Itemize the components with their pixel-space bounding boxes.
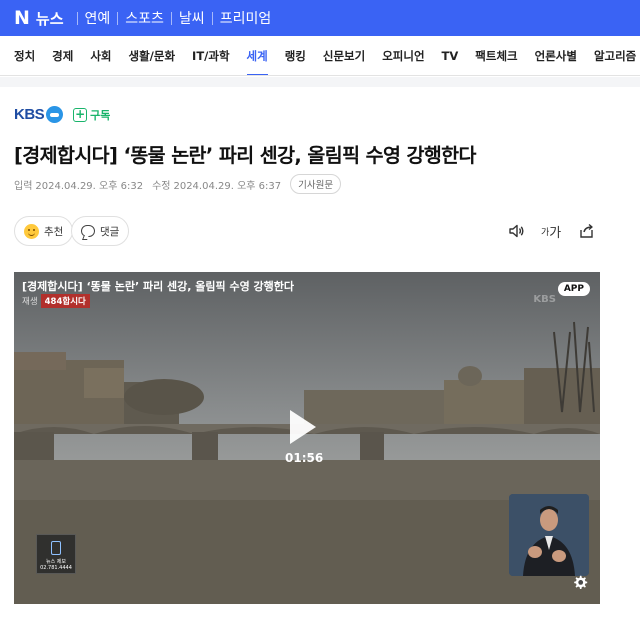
program-badge: 484합시다 [40,294,90,308]
sign-language-inset [509,494,589,576]
video-overlay-label: 재생 484합시다 [22,294,90,308]
naver-news-logo[interactable]: N 뉴스 [14,7,64,29]
article-headline: [경제합시다] ‘똥물 논란’ 파리 센강, 올림픽 수영 강행한다 [14,144,476,167]
sign-language-interpreter-image [509,494,589,576]
nav-item-economy[interactable]: 경제 [52,36,73,75]
nav-item-by-press[interactable]: 언론사별 [535,36,577,75]
speaker-icon [509,224,524,238]
recommend-button[interactable]: 추천 [14,216,74,246]
nav-item-factcheck[interactable]: 팩트체크 [475,36,517,75]
top-link-sports[interactable]: 스포츠 [125,8,164,28]
nav-item-life-culture[interactable]: 생활/문화 [129,36,176,75]
share-icon [580,223,593,238]
nav-item-politics[interactable]: 정치 [14,36,35,75]
news-tip-badge: 뉴스 제보 02.781.4444 [36,534,76,574]
video-duration: 01:56 [285,451,324,465]
comment-label: 댓글 [100,225,120,238]
press-row: KBS + 구독 [14,106,110,123]
subscribe-label: 구독 [90,108,111,122]
section-divider [0,77,640,87]
nav-item-ranking[interactable]: 랭킹 [285,36,306,75]
modified-label: 수정 [152,180,171,192]
news-label: 뉴스 [35,9,64,28]
nav-item-it-science[interactable]: IT/과학 [192,36,229,75]
nav-item-algorithm[interactable]: 알고리즘 안내 [594,36,640,75]
recommend-label: 추천 [44,225,64,238]
gear-icon[interactable] [572,575,588,591]
nav-item-opinion[interactable]: 오피니언 [382,36,424,75]
section-nav: 정치 경제 사회 생활/문화 IT/과학 세계 랭킹 신문보기 오피니언 TV … [0,36,640,76]
video-overlay-prefix: 재생 [22,297,38,307]
press-logo[interactable]: KBS [14,106,45,123]
comment-button[interactable]: 댓글 [71,216,130,246]
subscribe-button[interactable]: + 구독 [73,107,110,123]
smile-icon [24,223,39,239]
input-time: 2024.04.29. 오후 6:32 [35,180,144,192]
plus-icon: + [73,106,88,122]
top-link-entertainment[interactable]: 연예 [85,8,111,28]
font-size-label: 가 [549,225,562,241]
tts-button[interactable] [508,220,525,242]
top-bar: N 뉴스 연예 스포츠 날씨 프리미엄 [0,0,640,36]
comment-bubble-icon [81,225,95,237]
play-icon[interactable] [290,410,316,444]
top-link-premium[interactable]: 프리미엄 [220,8,272,28]
article-actions: 추천 댓글 가가 [14,216,610,246]
nav-item-world[interactable]: 세계 [246,36,268,75]
modified-time: 2024.04.29. 오후 6:37 [173,180,282,192]
nav-item-tv[interactable]: TV [442,36,459,75]
font-size-button[interactable]: 가가 [541,220,561,242]
nav-item-newspaper[interactable]: 신문보기 [323,36,365,75]
original-article-button[interactable]: 기사원문 [290,174,342,194]
video-player[interactable]: [경제합시다] ‘똥물 논란’ 파리 센강, 올림픽 수영 강행한다 재생 48… [14,272,600,604]
font-size-small-glyph: 가 [541,227,550,238]
phone-icon [51,541,61,555]
input-label: 입력 [14,180,33,192]
top-links: 연예 스포츠 날씨 프리미엄 [70,8,272,28]
press-logo-mark-icon [46,106,64,123]
naver-logo-letter: N [14,7,30,29]
article-meta: 입력 2024.04.29. 오후 6:32 수정 2024.04.29. 오후… [14,174,342,194]
app-badge[interactable]: APP [557,282,590,296]
broadcaster-watermark: KBS [533,294,556,305]
news-tip-number: 02.781.4444 [40,565,72,571]
share-button[interactable] [578,220,595,242]
news-tip-label: 뉴스 제보 [46,559,66,565]
video-title: [경제합시다] ‘똥물 논란’ 파리 센강, 올림픽 수영 강행한다 [22,280,295,293]
nav-item-society[interactable]: 사회 [90,36,111,75]
top-link-weather[interactable]: 날씨 [179,8,205,28]
